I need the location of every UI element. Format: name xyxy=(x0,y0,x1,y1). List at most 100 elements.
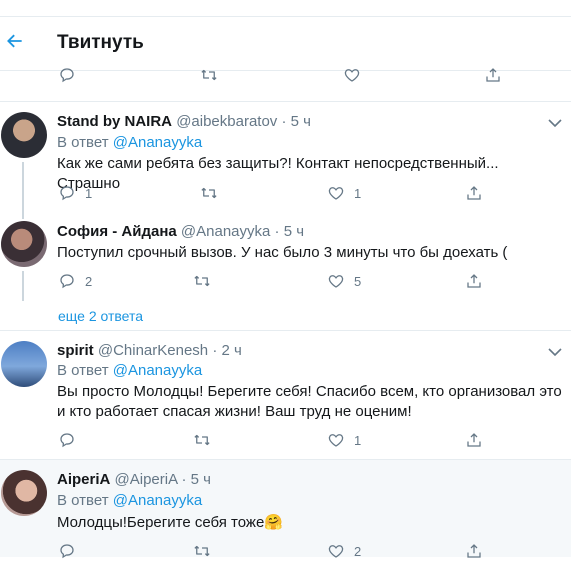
retweet-icon xyxy=(193,272,211,290)
like-button[interactable]: 1 xyxy=(327,184,361,202)
like-button[interactable] xyxy=(343,66,361,84)
timestamp[interactable]: 5 ч xyxy=(284,223,304,240)
thread-line xyxy=(22,207,24,219)
retweet-icon xyxy=(193,542,211,560)
retweet-button[interactable] xyxy=(193,272,211,290)
tweet-sofia-aidana[interactable]: София - Айдана @Ananayyka · 5 ч Поступил… xyxy=(0,207,571,301)
handle[interactable]: @AiperiA xyxy=(115,471,178,488)
reply-button[interactable] xyxy=(58,542,76,560)
handle[interactable]: @aibekbaratov xyxy=(176,113,277,130)
header: Твитнуть xyxy=(0,17,571,71)
tweet-text: Поступил срочный вызов. У нас было 3 мин… xyxy=(57,244,508,261)
hugging-face-emoji: 🤗 xyxy=(264,514,283,531)
tweet-header: Stand by NAIRA @aibekbaratov · 5 ч xyxy=(57,113,311,130)
reply-icon xyxy=(58,542,76,560)
action-bar: 1 1 xyxy=(0,184,571,204)
display-name[interactable]: AiperiA xyxy=(57,471,110,488)
reply-prefix: В ответ xyxy=(57,134,109,151)
heart-icon xyxy=(343,66,361,84)
separator-dot: · xyxy=(281,113,287,130)
heart-icon xyxy=(327,184,345,202)
reply-context: В ответ @Ananayyka xyxy=(57,492,202,509)
share-icon xyxy=(465,184,483,202)
tweet-header: spirit @ChinarKenesh · 2 ч xyxy=(57,342,242,359)
like-count: 2 xyxy=(354,543,362,559)
share-button[interactable] xyxy=(465,184,483,202)
reply-button[interactable]: 1 xyxy=(58,184,92,202)
tweet-text-line: Вы просто Молодцы! Берегите себя! Спасиб… xyxy=(57,383,562,400)
like-count: 5 xyxy=(354,273,362,289)
avatar[interactable] xyxy=(1,112,47,158)
share-icon xyxy=(465,272,483,290)
share-button[interactable] xyxy=(484,66,502,84)
separator-dot: · xyxy=(181,471,187,488)
retweet-button[interactable] xyxy=(193,431,211,449)
like-count: 1 xyxy=(354,185,362,201)
display-name[interactable]: Stand by NAIRA xyxy=(57,113,172,130)
chevron-down-icon[interactable] xyxy=(548,347,562,357)
chevron-down-icon[interactable] xyxy=(548,118,562,128)
avatar[interactable] xyxy=(1,470,47,516)
avatar[interactable] xyxy=(1,221,47,267)
page-title: Твитнуть xyxy=(57,32,144,53)
display-name[interactable]: spirit xyxy=(57,342,94,359)
tweet-text: Молодцы!Берегите себя тоже🤗 xyxy=(57,513,563,533)
retweet-button[interactable] xyxy=(200,184,218,202)
back-arrow-icon[interactable] xyxy=(5,31,25,51)
reply-icon xyxy=(58,66,76,84)
retweet-icon xyxy=(200,184,218,202)
separator-dot: · xyxy=(274,223,280,240)
top-action-bar xyxy=(0,66,571,86)
timestamp[interactable]: 2 ч xyxy=(222,342,242,359)
share-icon xyxy=(465,542,483,560)
reply-context: В ответ @Ananayyka xyxy=(57,134,202,151)
tweet-header: AiperiA @AiperiA · 5 ч xyxy=(57,471,211,488)
display-name[interactable]: София - Айдана xyxy=(57,223,177,240)
share-button[interactable] xyxy=(465,431,483,449)
mention-link[interactable]: @Ananayyka xyxy=(113,492,202,509)
share-button[interactable] xyxy=(465,542,483,560)
retweet-button[interactable] xyxy=(193,542,211,560)
handle[interactable]: @ChinarKenesh xyxy=(98,342,208,359)
reply-icon xyxy=(58,184,76,202)
like-button[interactable]: 5 xyxy=(327,272,361,290)
tweet-spirit[interactable]: spirit @ChinarKenesh · 2 ч В ответ @Anan… xyxy=(0,331,571,459)
reply-context: В ответ @Ananayyka xyxy=(57,362,202,379)
tweet-text-line: и кто работает спасая жизни! Ваш труд не… xyxy=(57,403,412,420)
like-button[interactable]: 2 xyxy=(327,542,361,560)
share-icon xyxy=(465,431,483,449)
heart-icon xyxy=(327,272,345,290)
reply-icon xyxy=(58,431,76,449)
action-bar: 2 xyxy=(0,542,571,562)
timestamp[interactable]: 5 ч xyxy=(291,113,311,130)
heart-icon xyxy=(327,542,345,560)
tweet-stand-by-naira[interactable]: Stand by NAIRA @aibekbaratov · 5 ч В отв… xyxy=(0,102,571,207)
reply-prefix: В ответ xyxy=(57,492,109,509)
retweet-button[interactable] xyxy=(200,66,218,84)
timestamp[interactable]: 5 ч xyxy=(191,471,211,488)
tweet-text-body: Молодцы!Берегите себя тоже xyxy=(57,514,265,531)
reply-prefix: В ответ xyxy=(57,362,109,379)
heart-icon xyxy=(327,431,345,449)
retweet-icon xyxy=(193,431,211,449)
reply-button[interactable] xyxy=(58,66,76,84)
tweet-text: Вы просто Молодцы! Берегите себя! Спасиб… xyxy=(57,382,563,422)
handle[interactable]: @Ananayyka xyxy=(181,223,270,240)
action-bar: 1 xyxy=(0,431,571,451)
reply-count: 1 xyxy=(85,185,93,201)
action-bar: 2 5 xyxy=(0,272,571,292)
show-more-replies-link[interactable]: еще 2 ответа xyxy=(58,308,143,324)
reply-count: 2 xyxy=(85,273,93,289)
mention-link[interactable]: @Ananayyka xyxy=(113,134,202,151)
separator-dot: · xyxy=(212,342,218,359)
reply-button[interactable] xyxy=(58,431,76,449)
share-icon xyxy=(484,66,502,84)
mention-link[interactable]: @Ananayyka xyxy=(113,362,202,379)
tweet-aiperia[interactable]: AiperiA @AiperiA · 5 ч В ответ @Ananayyk… xyxy=(0,460,571,559)
reply-icon xyxy=(58,272,76,290)
reply-button[interactable]: 2 xyxy=(58,272,92,290)
share-button[interactable] xyxy=(465,272,483,290)
avatar[interactable] xyxy=(1,341,47,387)
like-button[interactable]: 1 xyxy=(327,431,361,449)
like-count: 1 xyxy=(354,432,362,448)
